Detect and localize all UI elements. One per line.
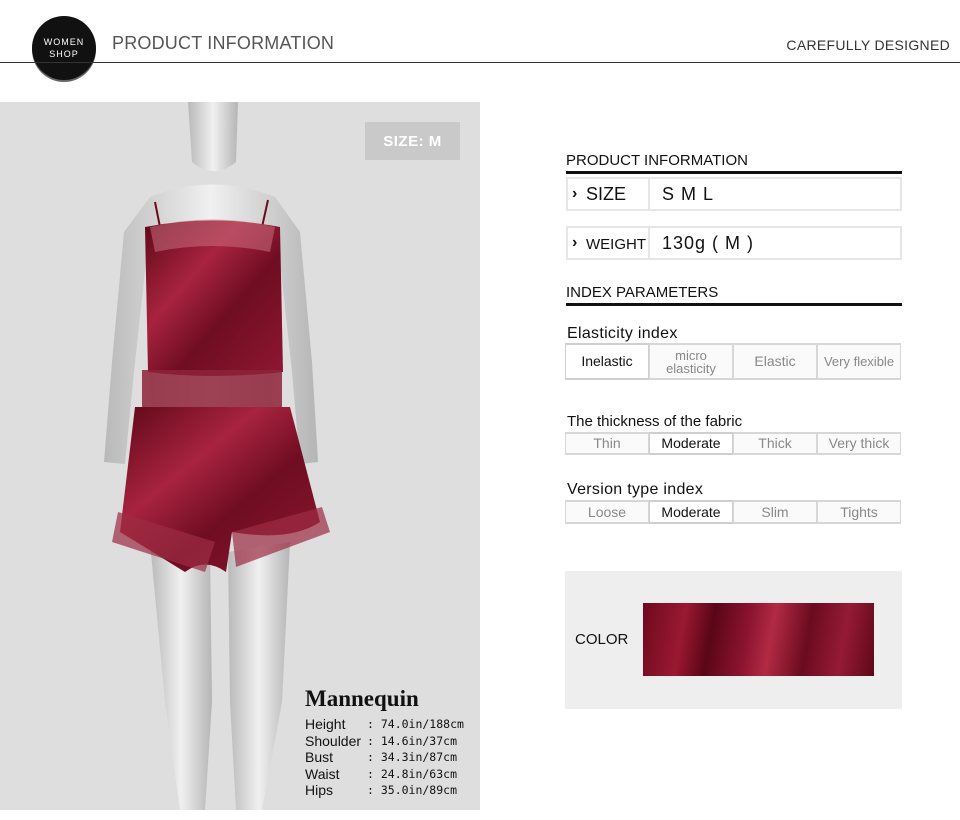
size-value: S M L [662, 184, 715, 204]
thickness-option: Moderate [649, 432, 733, 455]
chevron-right-icon: › [572, 185, 578, 202]
mannequin-measurements: Mannequin Height : 74.0in/188cm Shoulder… [305, 686, 475, 799]
version-scale: Loose Moderate Slim Tights [565, 500, 901, 524]
chevron-right-icon: › [572, 234, 578, 251]
index-params-rule [566, 303, 902, 306]
color-panel: COLOR [565, 571, 902, 709]
measurement-row: Hips : 35.0in/89cm [305, 782, 475, 799]
color-swatch [643, 603, 874, 676]
color-label: COLOR [575, 631, 629, 648]
measurement-row: Bust : 34.3in/87cm [305, 749, 475, 766]
version-option: Moderate [649, 500, 733, 524]
thickness-label: The thickness of the fabric [567, 413, 743, 430]
header-title: PRODUCT INFORMATION [112, 33, 335, 53]
product-photo: SIZE: M Mannequin Height : 74.0in/188cm … [0, 102, 480, 810]
logo-line2: SHOP [49, 49, 79, 59]
version-option: Loose [565, 500, 649, 524]
measurement-label: Waist [305, 765, 340, 782]
product-info-title: PRODUCT INFORMATION [566, 152, 748, 169]
thickness-scale: Thin Moderate Thick Very thick [565, 432, 901, 455]
size-row: › SIZE S M L [566, 177, 902, 211]
elasticity-option: micro elasticity [649, 343, 733, 380]
elasticity-option: Very flexible [817, 343, 901, 380]
measurement-label: Hips [305, 782, 334, 798]
measurement-row: Shoulder : 14.6in/37cm [305, 733, 475, 750]
version-option: Slim [733, 500, 817, 524]
measurement-value: : 14.6in/37cm [367, 733, 458, 748]
header-divider [0, 62, 960, 63]
measurement-label: Shoulder [305, 732, 362, 749]
weight-value: 130g ( M ) [662, 233, 755, 253]
measurement-value: : 24.8in/63cm [367, 766, 458, 781]
measurement-value: : 34.3in/87cm [367, 750, 458, 764]
mannequin-title: Mannequin [305, 686, 419, 711]
elasticity-label: Elasticity index [567, 325, 678, 342]
page-header: WOMEN SHOP PRODUCT INFORMATION CAREFULLY… [0, 0, 960, 90]
logo-line1: WOMEN [43, 37, 85, 47]
version-label: Version type index [567, 481, 704, 498]
measurement-value: : 74.0in/188cm [367, 717, 464, 731]
measurement-label: Height [305, 716, 346, 732]
header-tagline: CAREFULLY DESIGNED [786, 37, 950, 53]
product-info-rule [566, 171, 902, 174]
measurement-row: Height : 74.0in/188cm [305, 716, 475, 733]
measurement-row: Waist : 24.8in/63cm [305, 766, 475, 783]
size-tag: SIZE: M [365, 122, 460, 160]
measurement-label: Bust [305, 749, 334, 765]
elasticity-option: Elastic [733, 343, 817, 380]
elasticity-scale: Inelastic micro elasticity Elastic Very … [565, 343, 901, 380]
row-divider [648, 179, 650, 209]
index-params-title: INDEX PARAMETERS [566, 284, 719, 301]
weight-row: › WEIGHT 130g ( M ) [566, 226, 902, 260]
shop-logo: WOMEN SHOP [32, 16, 96, 80]
thickness-option: Very thick [817, 432, 901, 455]
elasticity-option: Inelastic [565, 343, 649, 380]
thickness-option: Thin [565, 432, 649, 455]
size-label: SIZE [586, 184, 627, 204]
thickness-option: Thick [733, 432, 817, 455]
row-divider [648, 228, 650, 258]
measurement-value: : 35.0in/89cm [367, 783, 458, 797]
weight-label: WEIGHT [586, 236, 646, 253]
version-option: Tights [817, 500, 901, 524]
